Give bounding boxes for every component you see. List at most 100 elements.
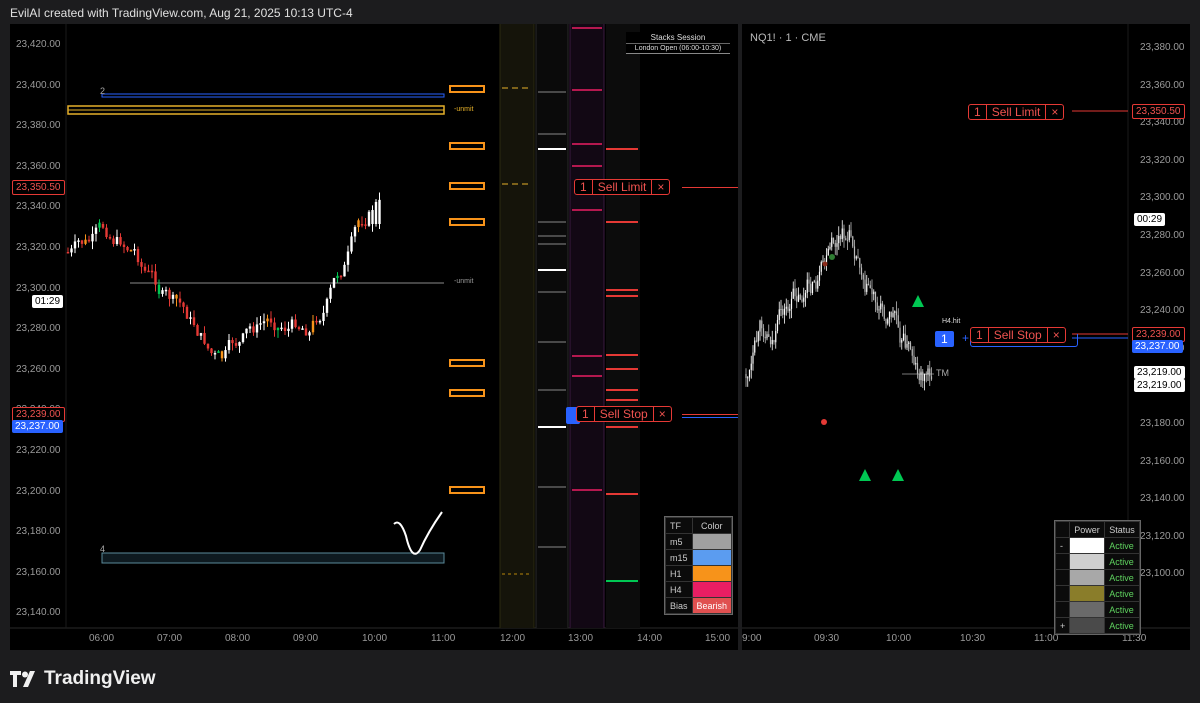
price-axis-label: 23,140.00 [16,607,61,619]
h1-level-marker [449,218,485,226]
right-chart-panel[interactable]: NQ1! · 1 · CME 23,380.00 23,360.00 23,340.… [742,24,1190,650]
candle-body [290,319,294,329]
candle-body [764,336,766,339]
candle-body [906,343,908,348]
sell-limit-order[interactable]: 1 Sell Limit × [968,104,1065,120]
buy-signal-triangle [892,469,904,481]
unmit-label-mid: -unmit [454,278,474,285]
candle-body [269,318,273,323]
candle-body [143,266,147,271]
timeframe-legend: TF Color m5 m15 H1 H4 Bias Bearish [664,516,734,615]
current-price-tag-2: 23,219.00 [1134,379,1185,392]
price-axis-label: 23,180.00 [16,526,61,538]
buy-signal-triangle [859,469,871,481]
candle-body [329,287,332,299]
candle-body [846,240,849,242]
candle-body [862,274,864,280]
order-label[interactable]: Sell Stop [595,407,653,421]
candle-body [234,343,238,346]
power-legend: Power Status - Active Active Active Active Act… [1054,520,1141,635]
candle-body [810,283,812,294]
price-axis-label: 23,380.00 [16,120,61,132]
candle-body [845,238,847,241]
candle-body [838,235,840,244]
price-axis-label: 23,380.00 [1140,42,1185,53]
bar-countdown: 00:29 [1134,213,1166,226]
h1-level-marker [449,182,485,190]
candle-body [283,327,287,331]
candle-body [238,342,241,346]
candle-body [745,374,747,379]
candle-body [787,306,789,311]
time-axis-label: 14:00 [637,633,663,644]
candle-body [266,318,269,322]
signal-dot-red [821,419,827,425]
candle-body [867,283,870,286]
candle-body [785,306,787,309]
candle-body [853,246,856,259]
time-axis-label: 12:00 [500,633,526,644]
order-label[interactable]: Sell Limit [593,180,652,194]
candle-body [119,237,122,245]
signal-dot-green [829,254,835,260]
h1-level-marker [449,85,485,93]
candle-body [789,308,791,311]
candle-body [771,339,773,345]
price-axis-label: 23,180.00 [1140,418,1185,429]
candle-body [918,373,920,381]
left-chart-panel[interactable]: 23,420.00 23,400.00 23,380.00 23,360.00 23,3… [10,24,738,650]
time-axis-label: 08:00 [225,633,251,644]
sell-stop-order[interactable]: 1 Sell Stop × [970,327,1066,343]
tradingview-footer[interactable]: TradingView [10,668,156,690]
candle-body [852,236,854,247]
candle-body [175,294,178,299]
legend-bias-value: Bearish [691,597,733,614]
close-icon[interactable]: × [1045,105,1063,119]
candle-body [766,334,768,339]
candle-body [367,211,371,226]
left-chart-canvas[interactable] [10,24,738,650]
symbol-title[interactable]: NQ1! · 1 · CME [750,32,826,44]
close-icon[interactable]: × [1046,328,1065,342]
price-axis-label: 23,260.00 [16,363,61,375]
candle-body [769,336,772,345]
candle-body [332,278,336,288]
candle-body [775,330,777,343]
candle-body [374,201,378,224]
time-axis-label: 13:00 [568,633,594,644]
plus-icon[interactable]: + [962,331,969,345]
price-axis-label: 23,280.00 [16,323,61,335]
candle-body [147,270,150,273]
candle-body [203,333,206,344]
sell-stop-order[interactable]: 1 Sell Stop × [576,406,672,422]
time-axis-label: 09:30 [814,633,840,644]
candle-body [818,271,821,281]
candle-body [866,283,868,292]
h1-level-marker [449,142,485,150]
price-axis-label: 23,280.00 [1140,230,1185,241]
candle-body [91,233,94,242]
candle-body [860,267,863,275]
power-sign [1054,569,1071,586]
candle-body [813,281,815,283]
legend-swatch-m15 [691,549,733,566]
order-label[interactable]: Sell Stop [989,328,1047,342]
legend-header-tf: TF [665,517,693,534]
close-icon[interactable]: × [651,180,669,194]
candle-body [353,227,357,237]
candle-body [902,333,905,340]
price-axis-label: 23,160.00 [1140,455,1185,467]
candle-body [892,312,894,317]
order-qty: 1 [969,105,987,119]
sell-limit-order[interactable]: 1 Sell Limit × [574,179,671,195]
candle-body [748,369,751,378]
price-axis-label: 23,240.00 [1140,305,1185,317]
zone-2 [101,93,445,98]
candle-body [801,299,803,302]
buy-order-qty[interactable]: 1 [935,331,954,347]
candle-body [843,228,845,239]
order-label[interactable]: Sell Limit [987,105,1046,119]
candle-body [848,230,850,241]
close-icon[interactable]: × [652,407,671,421]
candle-body [210,348,213,354]
